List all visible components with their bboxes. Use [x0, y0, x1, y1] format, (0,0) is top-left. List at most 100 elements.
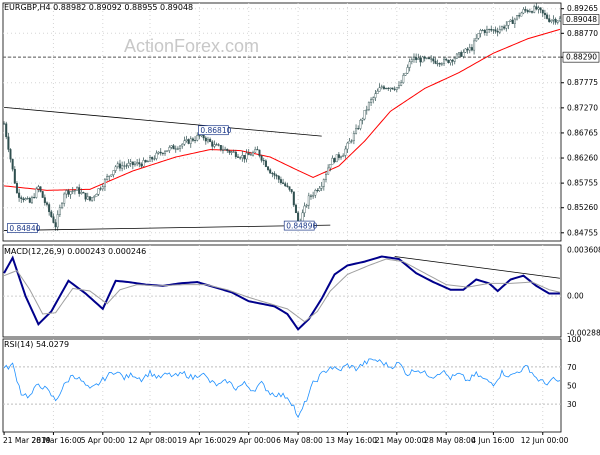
current-price-label: 0.89048 [566, 15, 597, 24]
candle-body [357, 128, 360, 130]
candle-body [372, 97, 375, 100]
candle-body [110, 174, 113, 177]
x-tick-label: 19 Apr 16:00 [177, 436, 226, 445]
price-tick-label: 0.85755 [567, 179, 598, 188]
candle-body [63, 193, 66, 204]
candle-body [28, 198, 31, 203]
candle-body [71, 190, 74, 192]
x-tick-label: 21 May 00:00 [375, 436, 427, 445]
candle-body [221, 149, 224, 151]
candle-body [78, 187, 81, 194]
candle-body [123, 165, 126, 167]
candle-body [41, 191, 44, 198]
candle-body [61, 203, 64, 208]
candle-body [209, 138, 212, 142]
x-tick-label: 28 May 08:00 [424, 436, 476, 445]
candle-body [82, 192, 85, 194]
candle-body [432, 58, 435, 62]
candle-body [391, 87, 394, 90]
candle-body [198, 135, 201, 137]
candle-body [389, 87, 392, 90]
candle-body [473, 40, 476, 51]
candle-body [9, 149, 12, 160]
candle-body [176, 148, 179, 150]
candle-body [133, 163, 136, 166]
candle-body [548, 18, 551, 22]
candle-body [118, 163, 121, 169]
candle-body [30, 197, 33, 203]
candle-body [11, 158, 14, 170]
candle-body [466, 48, 469, 51]
candle-body [144, 160, 147, 163]
candle-body [239, 157, 242, 159]
candle-body [13, 168, 16, 184]
candle-body [5, 123, 8, 138]
trendlines [4, 106, 331, 231]
candle-body [213, 144, 216, 147]
candle-body [479, 30, 482, 34]
candle-body [37, 186, 40, 190]
candle-body [157, 151, 160, 154]
candle-body [69, 191, 72, 195]
candle-body [112, 170, 115, 175]
candle-body [206, 138, 209, 142]
candle-body [125, 165, 128, 167]
candle-body [58, 207, 61, 215]
candle-body [365, 109, 368, 111]
candle-body [412, 57, 415, 60]
rsi-tick-label: 100 [567, 335, 582, 344]
candle-body [505, 25, 508, 29]
candle-body [417, 57, 420, 60]
candle-body [511, 19, 514, 24]
candle-body [329, 163, 332, 169]
candle-body [114, 166, 117, 171]
watermark: ActionForex.com [124, 36, 259, 56]
candle-body [187, 139, 190, 144]
candle-body [408, 61, 411, 68]
candle-body [256, 149, 259, 151]
candle-body [95, 194, 98, 197]
x-tick-label: 12 Jun 00:00 [521, 436, 569, 445]
candle-body [520, 12, 523, 17]
candle-body [168, 147, 171, 151]
sma-polyline [4, 28, 561, 191]
x-tick-label: 28 Mar 16:00 [31, 436, 81, 445]
candle-body [121, 165, 124, 169]
candle-body [438, 63, 441, 65]
candle-body [258, 149, 261, 157]
candle-body [475, 38, 478, 42]
candle-body [24, 198, 27, 201]
rsi-tick-label: 30 [567, 400, 577, 409]
candle-body [260, 155, 263, 161]
candle-body [355, 128, 358, 134]
candle-body [33, 197, 36, 199]
candle-body [370, 99, 373, 103]
candle-body [443, 58, 446, 64]
candle-body [543, 12, 546, 16]
candle-body [48, 204, 51, 213]
candle-body [400, 82, 403, 86]
candle-body [284, 183, 287, 187]
candle-body [106, 176, 109, 180]
candle-body [528, 11, 531, 13]
candle-body [127, 163, 130, 166]
candle-body [425, 57, 428, 59]
candle-body [288, 186, 291, 190]
candle-body [217, 144, 220, 146]
candle-body [286, 185, 289, 187]
candle-body [215, 144, 218, 146]
candle-body [18, 192, 21, 198]
candle-body [161, 152, 164, 154]
candle-body [350, 140, 353, 142]
candle-body [404, 72, 407, 76]
candle-body [464, 48, 467, 53]
candle-body [423, 56, 426, 59]
candle-body [503, 26, 506, 29]
price-tick-label: 0.86260 [567, 154, 598, 163]
candle-body [108, 175, 111, 177]
x-tick-label: 4 Jun 16:00 [471, 436, 514, 445]
candle-body [247, 152, 250, 155]
candle-body [159, 151, 162, 154]
candle-body [458, 52, 461, 55]
candle-body [50, 211, 53, 217]
